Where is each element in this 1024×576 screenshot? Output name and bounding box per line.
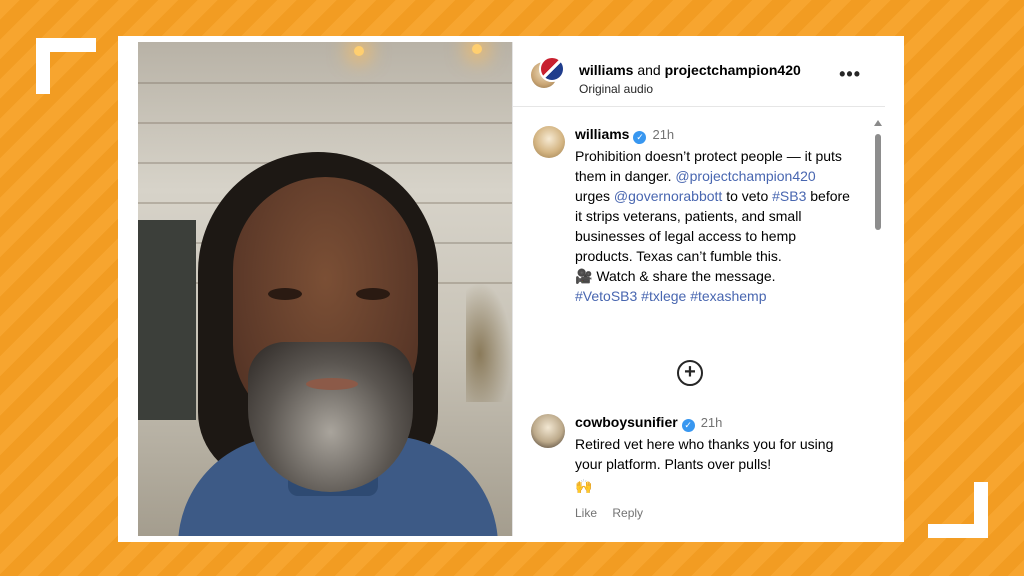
load-more-comments-icon[interactable]: + — [677, 360, 703, 386]
siding-line — [138, 122, 512, 124]
header-user1[interactable]: williams — [579, 62, 633, 78]
comment-text: Retired vet here who thanks you for usin… — [575, 436, 834, 472]
like-button[interactable]: Like — [575, 506, 597, 520]
hashtag-texashemp[interactable]: #texashemp — [690, 288, 766, 304]
projectchampion420-avatar[interactable] — [539, 56, 565, 82]
header-user2[interactable]: projectchampion420 — [665, 62, 801, 78]
collab-usernames[interactable]: williams and projectchampion420 — [579, 62, 801, 78]
eye — [356, 288, 390, 300]
camera-emoji-icon: 🎥 — [575, 268, 593, 284]
hashtag-vetosb3[interactable]: #VetoSB3 — [575, 288, 637, 304]
post-video-frame[interactable] — [138, 42, 512, 536]
more-options-icon[interactable]: ••• — [839, 64, 861, 85]
caption-urges: urges — [575, 188, 611, 204]
post-caption: williams ✓ 21h Prohibition doesn’t protect… — [575, 126, 851, 306]
scroll-up-arrow-icon[interactable] — [874, 120, 882, 126]
mouth — [306, 378, 358, 390]
header-and: and — [637, 62, 661, 78]
hashtag-txlege[interactable]: #txlege — [641, 288, 686, 304]
verified-badge-icon: ✓ — [681, 419, 695, 432]
hashtag-sb3[interactable]: #SB3 — [772, 188, 806, 204]
comment: cowboysunifier ✓ 21h Retired vet here who … — [575, 414, 851, 520]
caption-watch: Watch & share the message. — [596, 268, 776, 284]
scrollbar-thumb[interactable] — [875, 134, 881, 230]
corner-bracket-top-left-vertical — [36, 38, 50, 94]
plant — [466, 282, 512, 402]
post-side-panel: williams and projectchampion420 Original… — [512, 42, 885, 536]
caption-to-veto: to veto — [726, 188, 769, 204]
commenter-avatar[interactable] — [531, 414, 565, 448]
window — [138, 220, 196, 420]
post-author-avatar[interactable] — [533, 126, 565, 158]
scrollbar[interactable] — [873, 120, 883, 528]
caption-text: Prohibition doesn’t protect people — it … — [575, 146, 851, 306]
instagram-post-frame: williams and projectchampion420 Original… — [118, 36, 904, 542]
post-header: williams and projectchampion420 Original… — [513, 42, 885, 107]
siding-line — [138, 82, 512, 84]
eye — [268, 288, 302, 300]
mention-projectchampion420[interactable]: @projectchampion420 — [675, 168, 815, 184]
comment-time[interactable]: 21h — [701, 415, 723, 430]
porch-light — [354, 46, 364, 56]
audio-label[interactable]: Original audio — [579, 82, 653, 96]
post-time[interactable]: 21h — [652, 127, 674, 142]
comment-username[interactable]: cowboysunifier — [575, 414, 678, 430]
corner-bracket-bottom-right-vertical — [974, 482, 988, 538]
mention-governorabbott[interactable]: @governorabbott — [614, 188, 722, 204]
porch-light — [472, 44, 482, 54]
verified-badge-icon: ✓ — [633, 131, 647, 144]
raised-hands-emoji-icon: 🙌 — [575, 478, 593, 494]
comment-actions: Like Reply — [575, 506, 851, 520]
post-username[interactable]: williams — [575, 126, 629, 142]
reply-button[interactable]: Reply — [612, 506, 643, 520]
